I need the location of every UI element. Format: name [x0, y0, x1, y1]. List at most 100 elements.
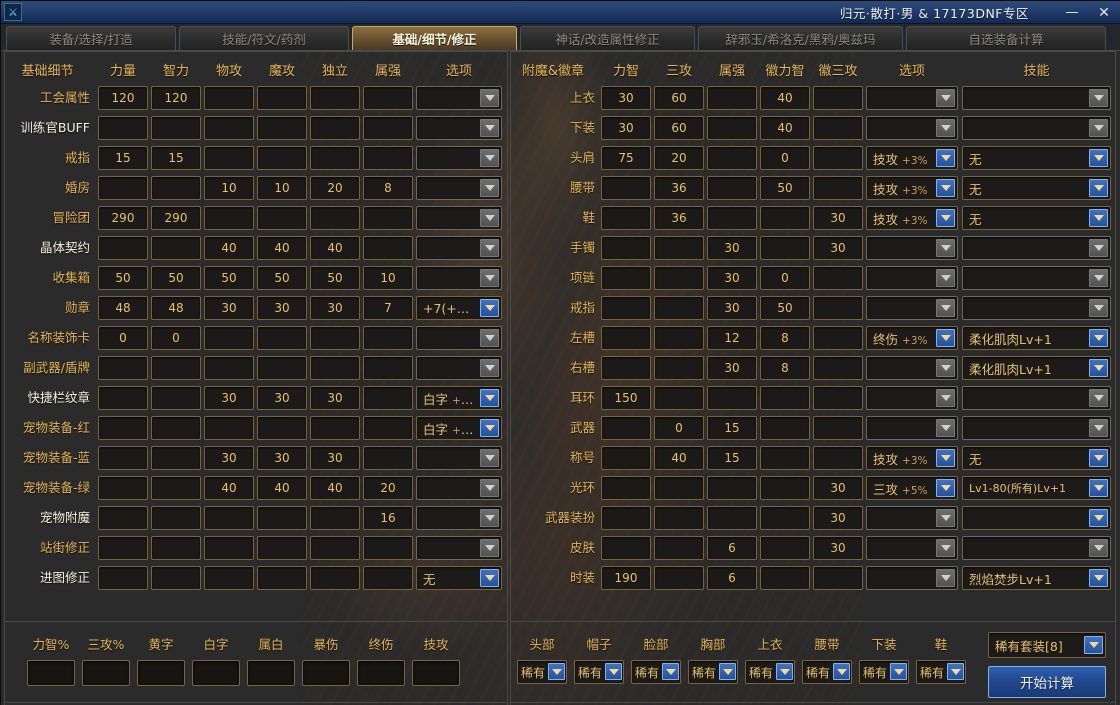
- left-option-select-14[interactable]: [416, 506, 502, 530]
- chevron-down-icon[interactable]: [480, 569, 499, 587]
- chevron-down-icon[interactable]: [936, 89, 955, 107]
- left-input-15-5[interactable]: [363, 536, 413, 560]
- left-input-1-2[interactable]: [204, 116, 254, 140]
- right-input-1-2[interactable]: [707, 116, 757, 140]
- chevron-down-icon[interactable]: [1089, 569, 1108, 587]
- right-input-12-2[interactable]: 15: [707, 446, 757, 470]
- right-input-14-4[interactable]: 30: [813, 506, 863, 530]
- stat-value-3[interactable]: [192, 660, 240, 686]
- chevron-down-icon[interactable]: [480, 119, 499, 137]
- tab-5[interactable]: 辞邪玉/希洛克/黑鸦/奥兹玛: [698, 26, 903, 50]
- tab-2[interactable]: 技能/符文/药剂: [179, 26, 349, 50]
- left-input-6-4[interactable]: 50: [310, 266, 360, 290]
- left-input-14-2[interactable]: [204, 506, 254, 530]
- right-input-4-3[interactable]: [760, 206, 810, 230]
- chevron-down-icon[interactable]: [1084, 636, 1103, 654]
- right-input-0-4[interactable]: [813, 86, 863, 110]
- left-input-5-3[interactable]: 40: [257, 236, 307, 260]
- right-input-1-4[interactable]: [813, 116, 863, 140]
- right-option-select-3[interactable]: 技攻 +3%: [866, 176, 958, 200]
- right-option-select-13[interactable]: 三攻 +5%: [866, 476, 958, 500]
- chevron-down-icon[interactable]: [1089, 479, 1108, 497]
- chevron-down-icon[interactable]: [1089, 419, 1108, 437]
- chevron-down-icon[interactable]: [1089, 209, 1108, 227]
- right-input-8-4[interactable]: [813, 326, 863, 350]
- left-input-14-0[interactable]: [98, 506, 148, 530]
- right-input-13-4[interactable]: 30: [813, 476, 863, 500]
- right-input-11-2[interactable]: 15: [707, 416, 757, 440]
- left-input-9-3[interactable]: [257, 356, 307, 380]
- right-input-7-2[interactable]: 30: [707, 296, 757, 320]
- right-input-16-0[interactable]: 190: [601, 566, 651, 590]
- left-input-10-1[interactable]: [151, 386, 201, 410]
- left-input-16-2[interactable]: [204, 566, 254, 590]
- right-option-select-9[interactable]: [866, 356, 958, 380]
- left-input-11-5[interactable]: [363, 416, 413, 440]
- left-option-select-12[interactable]: [416, 446, 502, 470]
- stat-value-4[interactable]: [247, 660, 295, 686]
- left-input-13-4[interactable]: 40: [310, 476, 360, 500]
- stat-value-6[interactable]: [357, 660, 405, 686]
- chevron-down-icon[interactable]: [480, 89, 499, 107]
- chevron-down-icon[interactable]: [480, 179, 499, 197]
- left-input-8-5[interactable]: [363, 326, 413, 350]
- left-input-14-5[interactable]: 16: [363, 506, 413, 530]
- left-option-select-2[interactable]: [416, 146, 502, 170]
- left-input-12-4[interactable]: 30: [310, 446, 360, 470]
- left-input-0-0[interactable]: 120: [98, 86, 148, 110]
- right-input-6-1[interactable]: [654, 266, 704, 290]
- left-input-7-4[interactable]: 30: [310, 296, 360, 320]
- left-option-select-6[interactable]: [416, 266, 502, 290]
- right-input-11-1[interactable]: 0: [654, 416, 704, 440]
- left-input-4-5[interactable]: [363, 206, 413, 230]
- chevron-down-icon[interactable]: [936, 569, 955, 587]
- left-input-5-2[interactable]: 40: [204, 236, 254, 260]
- chevron-down-icon[interactable]: [1089, 239, 1108, 257]
- chevron-down-icon[interactable]: [480, 359, 499, 377]
- left-input-9-4[interactable]: [310, 356, 360, 380]
- stat-value-2[interactable]: [137, 660, 185, 686]
- left-input-2-4[interactable]: [310, 146, 360, 170]
- chevron-down-icon[interactable]: [936, 239, 955, 257]
- chevron-down-icon[interactable]: [936, 209, 955, 227]
- left-input-13-1[interactable]: [151, 476, 201, 500]
- right-input-14-3[interactable]: [760, 506, 810, 530]
- right-input-10-2[interactable]: [707, 386, 757, 410]
- right-input-12-4[interactable]: [813, 446, 863, 470]
- right-input-2-0[interactable]: 75: [601, 146, 651, 170]
- right-input-9-1[interactable]: [654, 356, 704, 380]
- right-input-4-4[interactable]: 30: [813, 206, 863, 230]
- right-input-14-0[interactable]: [601, 506, 651, 530]
- right-input-1-1[interactable]: 60: [654, 116, 704, 140]
- tab-1[interactable]: 装备/选择/打造: [6, 26, 176, 50]
- left-input-12-2[interactable]: 30: [204, 446, 254, 470]
- tab-6[interactable]: 自选装备计算: [906, 26, 1106, 50]
- set-select[interactable]: 稀有套装[8]: [988, 632, 1106, 658]
- chevron-down-icon[interactable]: [480, 479, 499, 497]
- close-button[interactable]: ✕: [1089, 1, 1119, 24]
- left-input-11-4[interactable]: [310, 416, 360, 440]
- left-input-5-0[interactable]: [98, 236, 148, 260]
- stat-value-7[interactable]: [412, 660, 460, 686]
- right-input-2-4[interactable]: [813, 146, 863, 170]
- right-input-4-1[interactable]: 36: [654, 206, 704, 230]
- chevron-down-icon[interactable]: [1089, 299, 1108, 317]
- right-input-4-0[interactable]: [601, 206, 651, 230]
- right-input-13-1[interactable]: [654, 476, 704, 500]
- chevron-down-icon[interactable]: [480, 389, 499, 407]
- left-option-select-5[interactable]: [416, 236, 502, 260]
- right-input-5-3[interactable]: [760, 236, 810, 260]
- right-input-5-1[interactable]: [654, 236, 704, 260]
- right-input-3-4[interactable]: [813, 176, 863, 200]
- chevron-down-icon[interactable]: [936, 479, 955, 497]
- left-input-8-2[interactable]: [204, 326, 254, 350]
- chevron-down-icon[interactable]: [1089, 509, 1108, 527]
- right-input-10-1[interactable]: [654, 386, 704, 410]
- stat-value-0[interactable]: [27, 660, 75, 686]
- left-input-6-5[interactable]: 10: [363, 266, 413, 290]
- right-input-12-0[interactable]: [601, 446, 651, 470]
- left-input-10-4[interactable]: 30: [310, 386, 360, 410]
- right-input-6-3[interactable]: 0: [760, 266, 810, 290]
- right-input-7-3[interactable]: 50: [760, 296, 810, 320]
- left-input-2-2[interactable]: [204, 146, 254, 170]
